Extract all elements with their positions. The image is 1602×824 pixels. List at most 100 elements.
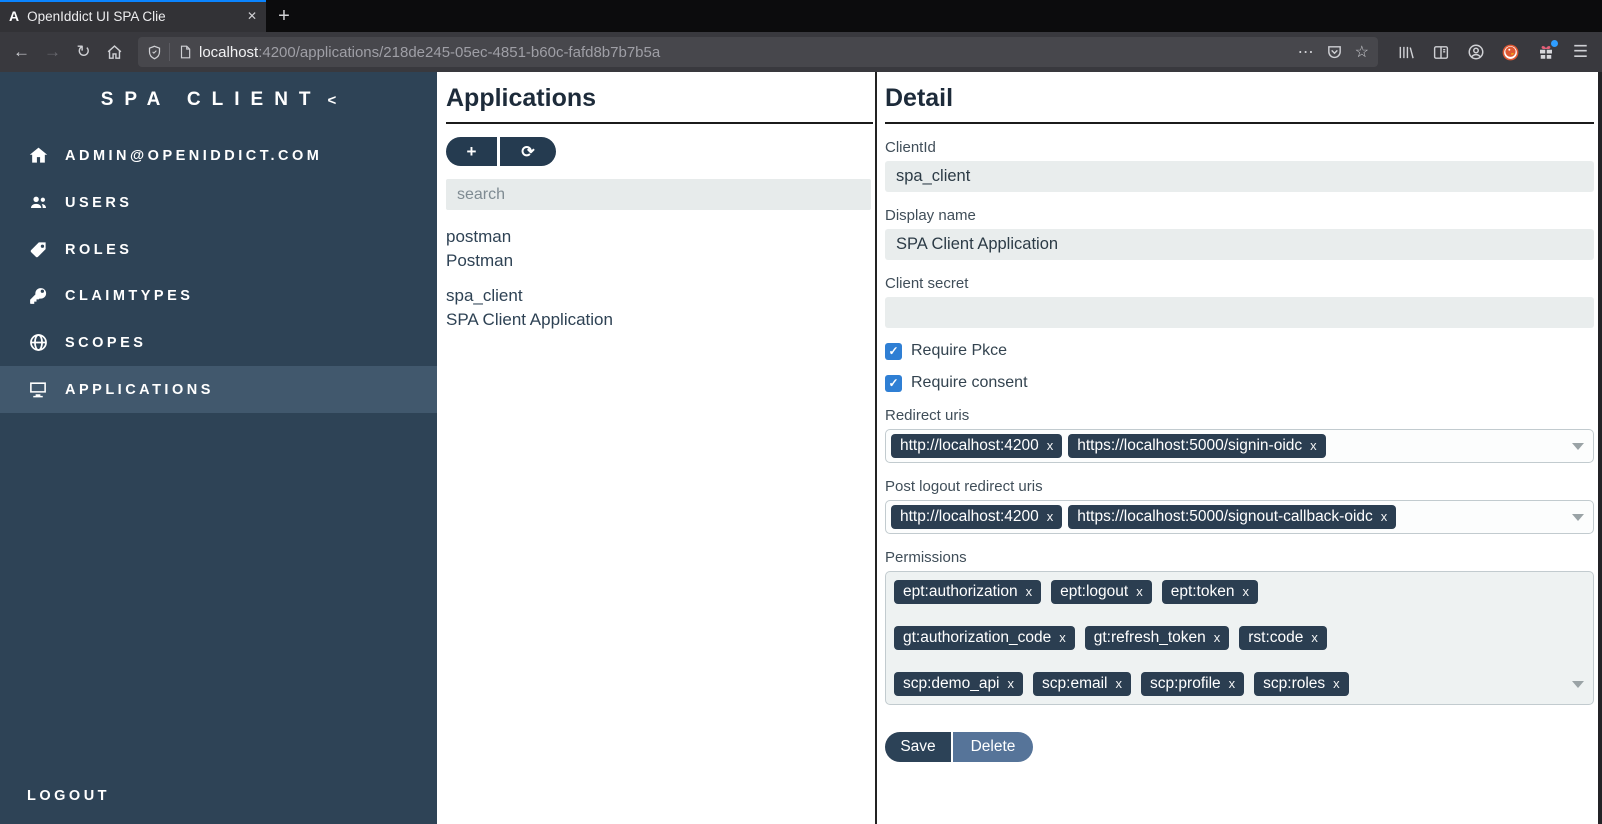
- tag: rst:code x: [1239, 626, 1327, 650]
- account-icon[interactable]: [1460, 37, 1491, 67]
- permissions-input[interactable]: ept:authorization x ept:logout x ept:token…: [885, 571, 1594, 705]
- forward-button[interactable]: →: [37, 37, 68, 67]
- client-secret-field[interactable]: [885, 297, 1594, 328]
- sidebar-collapse-icon[interactable]: <: [328, 92, 337, 109]
- shield-icon: [148, 45, 161, 59]
- back-button[interactable]: ←: [6, 37, 37, 67]
- pocket-icon[interactable]: [1326, 44, 1343, 61]
- menu-hamburger-icon[interactable]: ☰: [1565, 37, 1596, 67]
- key-icon: [27, 287, 49, 305]
- sidebar-item-claimtypes[interactable]: CLAIMTYPES: [0, 273, 437, 319]
- display-name-label: Display name: [885, 207, 976, 224]
- app-title: SPA CLIENT <: [0, 72, 437, 111]
- sidebar-item-account[interactable]: ADMIN@OPENIDDICT.COM: [0, 132, 437, 179]
- client-secret-label: Client secret: [885, 275, 969, 292]
- sidebar-item-label: APPLICATIONS: [65, 381, 214, 398]
- notification-dot: [1551, 40, 1558, 47]
- whats-new-gift-icon[interactable]: [1530, 37, 1561, 67]
- redirect-uris-input[interactable]: http://localhost:4200 x https://localhost…: [885, 429, 1594, 463]
- url-bar[interactable]: localhost:4200/applications/218de245-05e…: [138, 37, 1378, 67]
- refresh-button[interactable]: ⟳: [500, 137, 556, 166]
- add-application-button[interactable]: +: [446, 137, 497, 166]
- sidebar-item-label: CLAIMTYPES: [65, 288, 194, 304]
- sidebar-item-roles[interactable]: ROLES: [0, 226, 437, 273]
- require-pkce-label: Require Pkce: [911, 342, 1008, 359]
- applications-panel: Applications + ⟳ postman Postman spa_cli…: [437, 72, 877, 824]
- url-text[interactable]: localhost:4200/applications/218de245-05e…: [199, 44, 1286, 61]
- sidebar: SPA CLIENT < ADMIN@OPENIDDICT.COM USERS R…: [0, 72, 437, 824]
- sidebar-item-users[interactable]: USERS: [0, 179, 437, 226]
- page-actions-icon[interactable]: ⋯: [1298, 42, 1314, 62]
- tag-remove-icon[interactable]: x: [1047, 438, 1054, 453]
- delete-button[interactable]: Delete: [953, 732, 1033, 762]
- duckduckgo-icon[interactable]: [1495, 37, 1526, 67]
- bookmark-star-icon[interactable]: ☆: [1355, 42, 1369, 62]
- page-icon: [180, 45, 191, 59]
- sidebar-toggle-icon[interactable]: [1425, 37, 1456, 67]
- tag-remove-icon[interactable]: x: [1242, 584, 1249, 599]
- home-button[interactable]: [99, 37, 130, 67]
- application-list-item[interactable]: postman Postman: [446, 225, 873, 273]
- tag-remove-icon[interactable]: x: [1047, 509, 1054, 524]
- tag-remove-icon[interactable]: x: [1008, 676, 1015, 691]
- library-icon[interactable]: [1390, 37, 1421, 67]
- post-logout-redirect-uris-input[interactable]: http://localhost:4200 x https://localhost…: [885, 500, 1594, 534]
- sidebar-item-scopes[interactable]: SCOPES: [0, 319, 437, 366]
- url-path: :4200/applications/218de245-05ec-4851-b6…: [258, 43, 661, 61]
- tab-title: OpenIddict UI SPA Clie: [27, 8, 241, 24]
- application-display-name: Postman: [446, 251, 514, 270]
- tag: scp:profile x: [1140, 672, 1245, 696]
- tag: scp:roles x: [1254, 672, 1349, 696]
- applications-heading: Applications: [446, 84, 597, 112]
- reload-button[interactable]: ↻: [68, 37, 99, 67]
- toolbar-right-icons: ☰: [1390, 37, 1596, 67]
- url-host: localhost: [199, 43, 259, 61]
- tag: http://localhost:4200 x: [891, 434, 1063, 458]
- require-consent-label: Require consent: [911, 374, 1028, 391]
- save-button[interactable]: Save: [885, 732, 951, 762]
- tag-remove-icon[interactable]: x: [1310, 438, 1317, 453]
- post-logout-redirect-uris-label: Post logout redirect uris: [885, 478, 1043, 495]
- require-consent-row[interactable]: ✓ Require consent: [885, 374, 1594, 392]
- desktop-icon: [27, 380, 49, 399]
- tag: ept:logout x: [1051, 580, 1152, 604]
- new-tab-button[interactable]: +: [266, 0, 302, 32]
- browser-tab-bar: A OpenIddict UI SPA Clie ✕ +: [0, 0, 1602, 32]
- require-pkce-checkbox[interactable]: ✓: [885, 342, 902, 360]
- dropdown-arrow-icon[interactable]: [1572, 681, 1584, 688]
- browser-tab[interactable]: A OpenIddict UI SPA Clie ✕: [0, 0, 266, 32]
- require-pkce-row[interactable]: ✓ Require Pkce: [885, 342, 1594, 360]
- search-input[interactable]: [446, 179, 871, 210]
- sidebar-item-applications[interactable]: APPLICATIONS: [0, 366, 437, 413]
- permissions-label: Permissions: [885, 549, 967, 566]
- clientid-label: ClientId: [885, 139, 936, 156]
- tag: scp:email x: [1033, 672, 1131, 696]
- tag-remove-icon[interactable]: x: [1059, 630, 1066, 645]
- site-favicon: A: [9, 8, 20, 24]
- tag: gt:authorization_code x: [894, 626, 1075, 650]
- tag-remove-icon[interactable]: x: [1381, 509, 1388, 524]
- dropdown-arrow-icon[interactable]: [1572, 514, 1584, 521]
- tag-remove-icon[interactable]: x: [1229, 676, 1236, 691]
- redirect-uris-label: Redirect uris: [885, 407, 970, 424]
- tag-remove-icon[interactable]: x: [1333, 676, 1340, 691]
- logout-button[interactable]: LOGOUT: [27, 788, 110, 804]
- tag-remove-icon[interactable]: x: [1214, 630, 1221, 645]
- tab-close-icon[interactable]: ✕: [247, 9, 257, 23]
- detail-heading: Detail: [885, 84, 954, 112]
- tag-remove-icon[interactable]: x: [1136, 584, 1143, 599]
- tag: scp:demo_api x: [894, 672, 1024, 696]
- require-consent-checkbox[interactable]: ✓: [885, 374, 902, 392]
- display-name-field[interactable]: [885, 229, 1594, 260]
- application-client-id: spa_client: [446, 286, 523, 305]
- sidebar-nav: ADMIN@OPENIDDICT.COM USERS ROLES CLAIMTY…: [0, 132, 437, 413]
- application-list-item[interactable]: spa_client SPA Client Application: [446, 284, 873, 332]
- tag-remove-icon[interactable]: x: [1026, 584, 1033, 599]
- tag-remove-icon[interactable]: x: [1311, 630, 1318, 645]
- app-title-text: SPA CLIENT: [100, 89, 322, 110]
- clientid-field[interactable]: [885, 161, 1594, 192]
- tag-remove-icon[interactable]: x: [1115, 676, 1122, 691]
- application-client-id: postman: [446, 227, 512, 246]
- page-content: SPA CLIENT < ADMIN@OPENIDDICT.COM USERS R…: [0, 72, 1602, 824]
- dropdown-arrow-icon[interactable]: [1572, 443, 1584, 450]
